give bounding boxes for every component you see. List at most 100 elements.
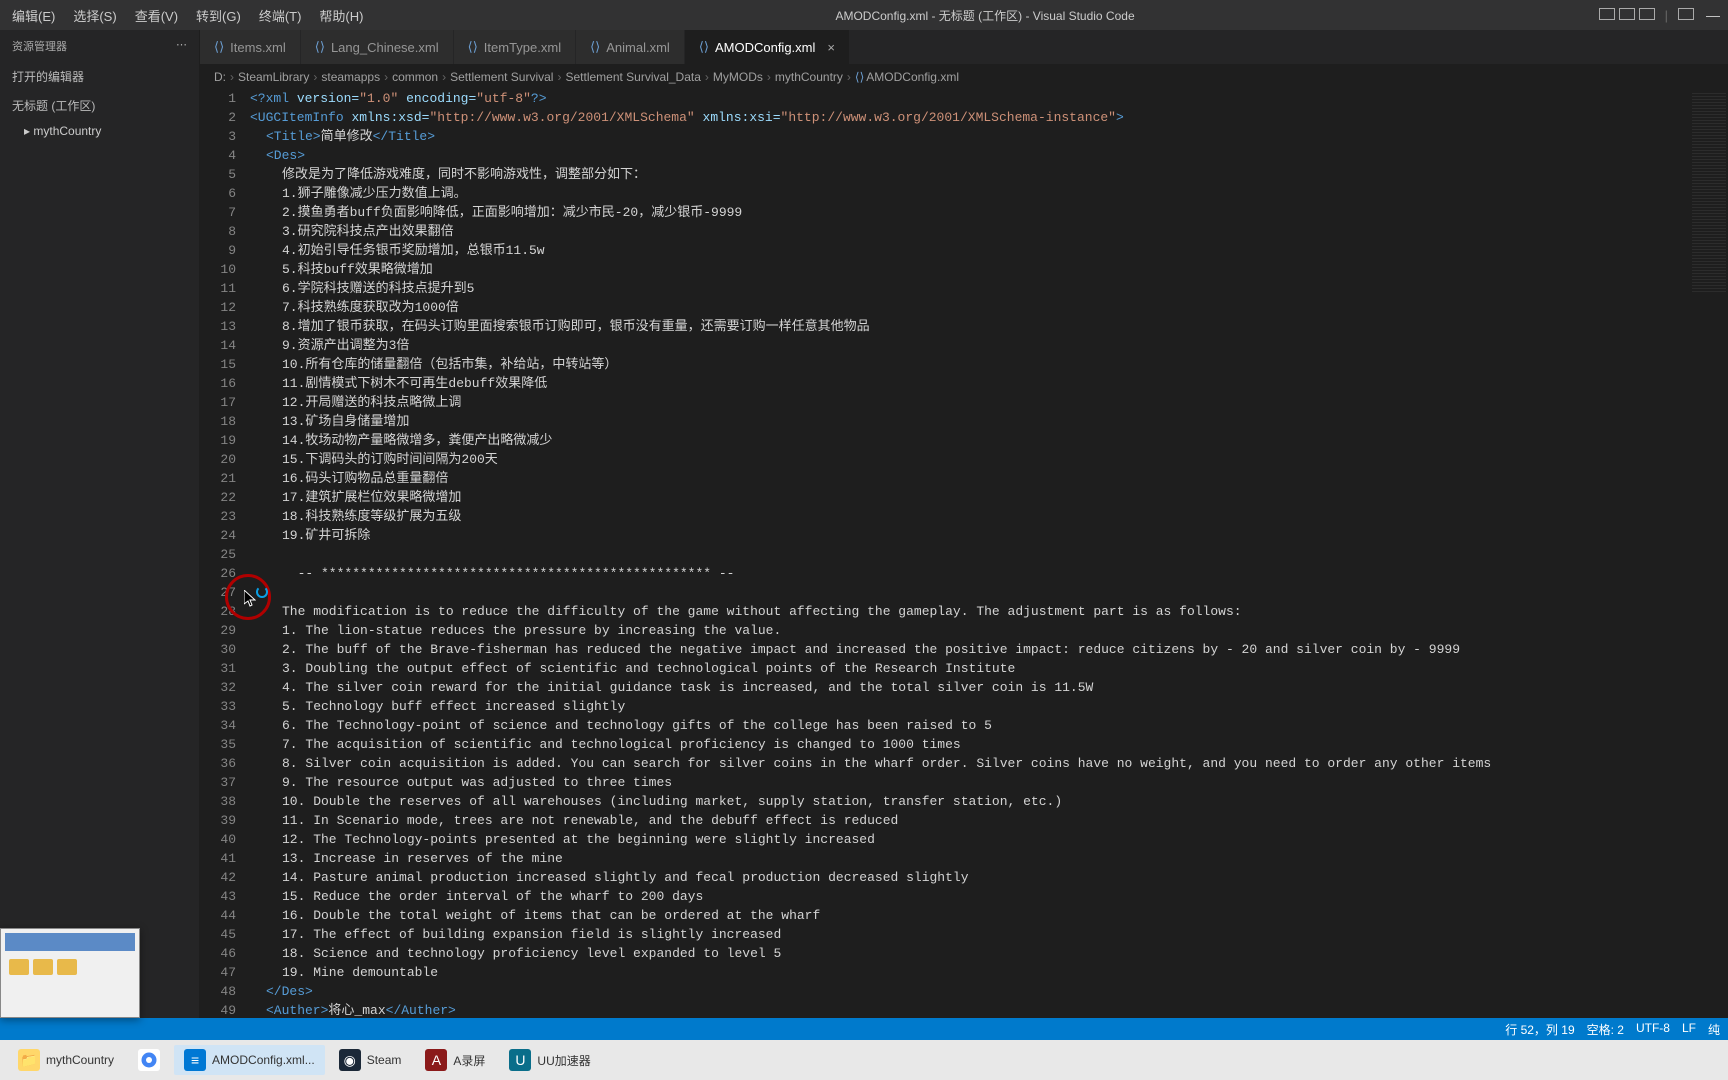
code-line[interactable]: 5.科技buff效果略微增加 [250, 260, 1728, 279]
code-line[interactable]: 9.资源产出调整为3倍 [250, 336, 1728, 355]
tab-animal-xml[interactable]: ⟨⟩Animal.xml [576, 30, 685, 64]
menu-view[interactable]: 查看(V) [127, 2, 186, 29]
code-line[interactable]: 6.学院科技赠送的科技点提升到5 [250, 279, 1728, 298]
breadcrumb-segment[interactable]: D: [214, 70, 226, 84]
breadcrumb-segment[interactable]: Settlement Survival [450, 70, 553, 84]
code-line[interactable]: 19.矿井可拆除 [250, 526, 1728, 545]
code-line[interactable]: 3. Doubling the output effect of scienti… [250, 659, 1728, 678]
workspace-section[interactable]: 无标题 (工作区) [0, 91, 199, 120]
status-spaces[interactable]: 空格: 2 [1587, 1021, 1624, 1038]
code-line[interactable]: 15.下调码头的订购时间间隔为200天 [250, 450, 1728, 469]
code-line[interactable] [250, 545, 1728, 564]
menu-edit[interactable]: 编辑(E) [4, 2, 63, 29]
close-icon[interactable]: × [827, 40, 835, 55]
tab-itemtype-xml[interactable]: ⟨⟩ItemType.xml [454, 30, 576, 64]
breadcrumb-segment[interactable]: ⟨⟩AMODConfig.xml [855, 70, 959, 84]
breadcrumb-segment[interactable]: SteamLibrary [238, 70, 309, 84]
tab-lang_chinese-xml[interactable]: ⟨⟩Lang_Chinese.xml [301, 30, 454, 64]
code-line[interactable]: 11.剧情模式下树木不可再生debuff效果降低 [250, 374, 1728, 393]
code-line[interactable]: 16.码头订购物品总重量翻倍 [250, 469, 1728, 488]
code-line[interactable]: 10.所有仓库的储量翻倍（包括市集，补给站，中转站等） [250, 355, 1728, 374]
code-line[interactable]: 4.初始引导任务银币奖励增加，总银币11.5w [250, 241, 1728, 260]
menu-go[interactable]: 转到(G) [188, 2, 249, 29]
code-line[interactable]: 修改是为了降低游戏难度，同时不影响游戏性，调整部分如下： [250, 165, 1728, 184]
minimap[interactable] [1688, 89, 1728, 1018]
code-line[interactable]: 5. Technology buff effect increased slig… [250, 697, 1728, 716]
line-number: 46 [200, 944, 236, 963]
menu-select[interactable]: 选择(S) [65, 2, 124, 29]
code-line[interactable]: -- *************************************… [250, 564, 1728, 583]
breadcrumb-segment[interactable]: common [392, 70, 438, 84]
code-line[interactable]: 16. Double the total weight of items tha… [250, 906, 1728, 925]
explorer-label: 资源管理器 [12, 38, 67, 54]
code-line[interactable]: 14.牧场动物产量略微增多，粪便产出略微减少 [250, 431, 1728, 450]
menu-terminal[interactable]: 终端(T) [251, 2, 310, 29]
line-number: 11 [200, 279, 236, 298]
code-line[interactable]: <Title>简单修改</Title> [250, 127, 1728, 146]
taskbar-uu[interactable]: U UU加速器 [499, 1045, 600, 1075]
code-line[interactable]: 12. The Technology-points presented at t… [250, 830, 1728, 849]
breadcrumb[interactable]: D:›SteamLibrary›steamapps›common›Settlem… [200, 65, 1728, 89]
taskbar-preview-thumbnail[interactable] [0, 928, 140, 1018]
code-line[interactable]: 2.摸鱼勇者buff负面影响降低，正面影响增加：减少市民-20，减少银币-999… [250, 203, 1728, 222]
code-line[interactable]: <Des> [250, 146, 1728, 165]
code-line[interactable]: 9. The resource output was adjusted to t… [250, 773, 1728, 792]
line-number: 28 [200, 602, 236, 621]
code-line[interactable]: 10. Double the reserves of all warehouse… [250, 792, 1728, 811]
code-line[interactable]: 18. Science and technology proficiency l… [250, 944, 1728, 963]
xml-file-icon: ⟨⟩ [855, 70, 864, 84]
code-line[interactable]: <Auther>将心_max</Auther> [250, 1001, 1728, 1018]
code-line[interactable]: 7. The acquisition of scientific and tec… [250, 735, 1728, 754]
taskbar-record[interactable]: A A录屏 [415, 1045, 495, 1075]
open-editors-section[interactable]: 打开的编辑器 [0, 62, 199, 91]
taskbar-folder[interactable]: 📁 mythCountry [8, 1045, 124, 1075]
code-line[interactable]: 17. The effect of building expansion fie… [250, 925, 1728, 944]
code-lines[interactable]: <?xml version="1.0" encoding="utf-8"?><U… [250, 89, 1728, 1018]
status-encoding[interactable]: UTF-8 [1636, 1021, 1670, 1038]
folder-mythcountry[interactable]: ▸ mythCountry [0, 120, 199, 142]
breadcrumb-segment[interactable]: MyMODs [713, 70, 763, 84]
tab-items-xml[interactable]: ⟨⟩Items.xml [200, 30, 301, 64]
code-line[interactable]: 1. The lion-statue reduces the pressure … [250, 621, 1728, 640]
chevron-right-icon: › [313, 70, 317, 84]
tab-amodconfig-xml[interactable]: ⟨⟩AMODConfig.xml× [685, 30, 850, 64]
code-line[interactable]: 15. Reduce the order interval of the wha… [250, 887, 1728, 906]
code-line[interactable]: 8. Silver coin acquisition is added. You… [250, 754, 1728, 773]
code-line[interactable]: 11. In Scenario mode, trees are not rene… [250, 811, 1728, 830]
status-eol[interactable]: LF [1682, 1021, 1696, 1038]
code-line[interactable]: </Des> [250, 982, 1728, 1001]
code-line[interactable]: 1.狮子雕像减少压力数值上调。 [250, 184, 1728, 203]
code-line[interactable]: 4. The silver coin reward for the initia… [250, 678, 1728, 697]
taskbar-vscode[interactable]: ≡ AMODConfig.xml... [174, 1045, 325, 1075]
code-line[interactable]: 14. Pasture animal production increased … [250, 868, 1728, 887]
chevron-right-icon: › [384, 70, 388, 84]
code-line[interactable]: 13. Increase in reserves of the mine [250, 849, 1728, 868]
code-line[interactable]: 3.研究院科技点产出效果翻倍 [250, 222, 1728, 241]
code-line[interactable]: 2. The buff of the Brave-fisherman has r… [250, 640, 1728, 659]
code-line[interactable]: 17.建筑扩展栏位效果略微增加 [250, 488, 1728, 507]
code-line[interactable]: The modification is to reduce the diffic… [250, 602, 1728, 621]
code-line[interactable]: 12.开局赠送的科技点略微上调 [250, 393, 1728, 412]
status-language[interactable]: 纯 [1708, 1021, 1720, 1038]
minimize-button[interactable]: — [1704, 6, 1722, 24]
breadcrumb-segment[interactable]: Settlement Survival_Data [565, 70, 700, 84]
xml-file-icon: ⟨⟩ [214, 39, 224, 55]
breadcrumb-segment[interactable]: steamapps [321, 70, 380, 84]
code-line[interactable]: 8.增加了银币获取，在码头订购里面搜索银币订购即可，银币没有重量，还需要订购一样… [250, 317, 1728, 336]
breadcrumb-segment[interactable]: mythCountry [775, 70, 843, 84]
code-line[interactable]: 13.矿场自身储量增加 [250, 412, 1728, 431]
code-line[interactable] [250, 583, 1728, 602]
code-line[interactable]: <?xml version="1.0" encoding="utf-8"?> [250, 89, 1728, 108]
taskbar-chrome[interactable] [128, 1045, 170, 1075]
layout-controls[interactable]: | [1599, 8, 1694, 23]
code-line[interactable]: 18.科技熟练度等级扩展为五级 [250, 507, 1728, 526]
code-line[interactable]: 7.科技熟练度获取改为1000倍 [250, 298, 1728, 317]
taskbar-steam[interactable]: ◉ Steam [329, 1045, 412, 1075]
more-icon[interactable]: ⋯ [176, 38, 187, 54]
code-editor[interactable]: 1234567891011121314151617181920212223242… [200, 89, 1728, 1018]
status-line-col[interactable]: 行 52，列 19 [1505, 1021, 1574, 1038]
code-line[interactable]: 6. The Technology-point of science and t… [250, 716, 1728, 735]
code-line[interactable]: 19. Mine demountable [250, 963, 1728, 982]
code-line[interactable]: <UGCItemInfo xmlns:xsd="http://www.w3.or… [250, 108, 1728, 127]
menu-help[interactable]: 帮助(H) [311, 2, 371, 29]
